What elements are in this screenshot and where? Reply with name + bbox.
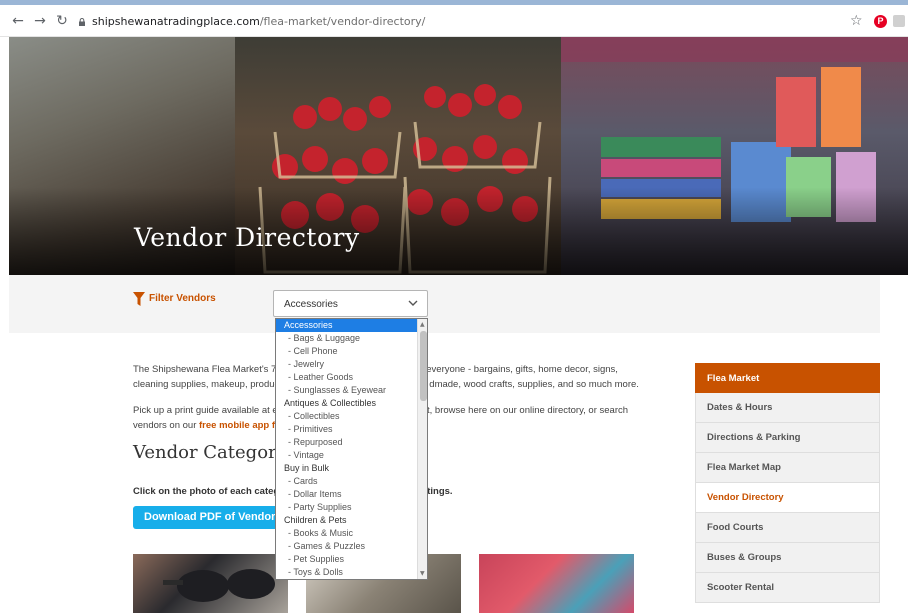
- lock-icon: [79, 18, 85, 26]
- dropdown-option[interactable]: - Games & Puzzles: [276, 540, 417, 553]
- sidebar-item-dates-hours[interactable]: Dates & Hours: [695, 393, 880, 423]
- sidebar-item-flea-market[interactable]: Flea Market: [695, 363, 880, 393]
- dropdown-option[interactable]: - Collectibles: [276, 410, 417, 423]
- dropdown-option[interactable]: Antiques & Collectibles: [276, 397, 417, 410]
- click-note-text-1: Click on the photo of each categ: [133, 486, 280, 497]
- browser-toolbar: ← → ↻ shipshewanatradingplace.com/flea-m…: [0, 5, 908, 37]
- dropdown-option[interactable]: Children & Pets: [276, 514, 417, 527]
- dropdown-option[interactable]: - Bags & Luggage: [276, 332, 417, 345]
- dropdown-option[interactable]: - Dollar Items: [276, 488, 417, 501]
- intro-text-2: everyone - bargains, gifts, home decor, …: [423, 364, 618, 375]
- dropdown-option[interactable]: - Pet Supplies: [276, 553, 417, 566]
- dropdown-option[interactable]: - Cards: [276, 475, 417, 488]
- scroll-up-icon[interactable]: ▲: [420, 321, 425, 328]
- dropdown-option[interactable]: - Jewelry: [276, 358, 417, 371]
- page-title: Vendor Directory: [134, 223, 360, 252]
- dropdown-option[interactable]: - Cell Phone: [276, 345, 417, 358]
- filter-bar: Filter Vendors Accessories: [9, 275, 880, 333]
- sidebar-item-food-courts[interactable]: Food Courts: [695, 513, 880, 543]
- url-path: /flea-market/vendor-directory/: [259, 15, 426, 28]
- intro-text-3: cleaning supplies, makeup, produc: [133, 379, 280, 390]
- intro-text-1: The Shipshewana Flea Market's 70: [133, 364, 282, 375]
- dropdown-options: Accessories - Bags & Luggage - Cell Phone -…: [276, 319, 417, 579]
- bookmark-star-icon[interactable]: ☆: [850, 13, 863, 29]
- chevron-down-icon: [408, 300, 418, 306]
- mobile-app-link[interactable]: free mobile app fo: [199, 420, 281, 431]
- dropdown-option[interactable]: Buy in Bulk: [276, 462, 417, 475]
- guide-text-3: vendors on our: [133, 420, 200, 431]
- hero-banner: Vendor Directory: [9, 37, 908, 275]
- category-select-value: Accessories: [284, 299, 338, 310]
- category-photo-buy-in-bulk[interactable]: [479, 554, 634, 613]
- reload-icon[interactable]: ↻: [54, 13, 70, 29]
- funnel-icon: [133, 292, 145, 306]
- back-arrow-icon[interactable]: ←: [10, 13, 26, 29]
- dropdown-option[interactable]: - Toys & Dolls: [276, 566, 417, 579]
- category-dropdown-list[interactable]: Accessories - Bags & Luggage - Cell Phone -…: [275, 318, 428, 580]
- url-host: shipshewanatradingplace.com: [92, 15, 260, 28]
- dropdown-option[interactable]: - Party Supplies: [276, 501, 417, 514]
- sidebar-item-scooter-rental[interactable]: Scooter Rental: [695, 573, 880, 603]
- intro-text-4: dmade, wood crafts, supplies, and so muc…: [429, 379, 639, 390]
- extension-icon[interactable]: [893, 15, 905, 27]
- dropdown-option[interactable]: - Vintage: [276, 449, 417, 462]
- click-note-text-2: tings.: [427, 486, 453, 497]
- sidebar-item-buses-groups[interactable]: Buses & Groups: [695, 543, 880, 573]
- vendor-categories-heading: Vendor Categori: [133, 442, 283, 463]
- sunglasses-illustration: [163, 569, 275, 602]
- dropdown-option[interactable]: - Sunglasses & Eyewear: [276, 384, 417, 397]
- pinterest-extension-icon[interactable]: P: [874, 15, 887, 28]
- sidebar-item-vendor-directory[interactable]: Vendor Directory: [695, 483, 880, 513]
- category-photo-accessories[interactable]: [133, 554, 288, 613]
- dropdown-option[interactable]: - Repurposed: [276, 436, 417, 449]
- dropdown-option[interactable]: Accessories: [276, 319, 417, 332]
- sidebar-nav: Flea Market Dates & Hours Directions & P…: [695, 363, 880, 603]
- dropdown-option[interactable]: - Leather Goods: [276, 371, 417, 384]
- address-bar-url[interactable]: shipshewanatradingplace.com/flea-market/…: [92, 15, 425, 28]
- dropdown-option[interactable]: - Books & Music: [276, 527, 417, 540]
- category-select[interactable]: Accessories: [273, 290, 428, 317]
- guide-text-1: Pick up a print guide available at e: [133, 405, 278, 416]
- dropdown-scrollbar[interactable]: ▲ ▼: [417, 319, 427, 579]
- dropdown-option[interactable]: - Primitives: [276, 423, 417, 436]
- forward-arrow-icon[interactable]: →: [32, 13, 48, 29]
- guide-text-2: et, browse here on our online directory,…: [421, 405, 629, 416]
- sidebar-item-flea-market-map[interactable]: Flea Market Map: [695, 453, 880, 483]
- sidebar-item-directions-parking[interactable]: Directions & Parking: [695, 423, 880, 453]
- filter-vendors-label: Filter Vendors: [149, 293, 216, 304]
- download-pdf-button[interactable]: Download PDF of Vendor Di: [133, 506, 298, 529]
- scroll-down-icon[interactable]: ▼: [420, 570, 425, 577]
- dropdown-scroll-thumb[interactable]: [420, 331, 427, 401]
